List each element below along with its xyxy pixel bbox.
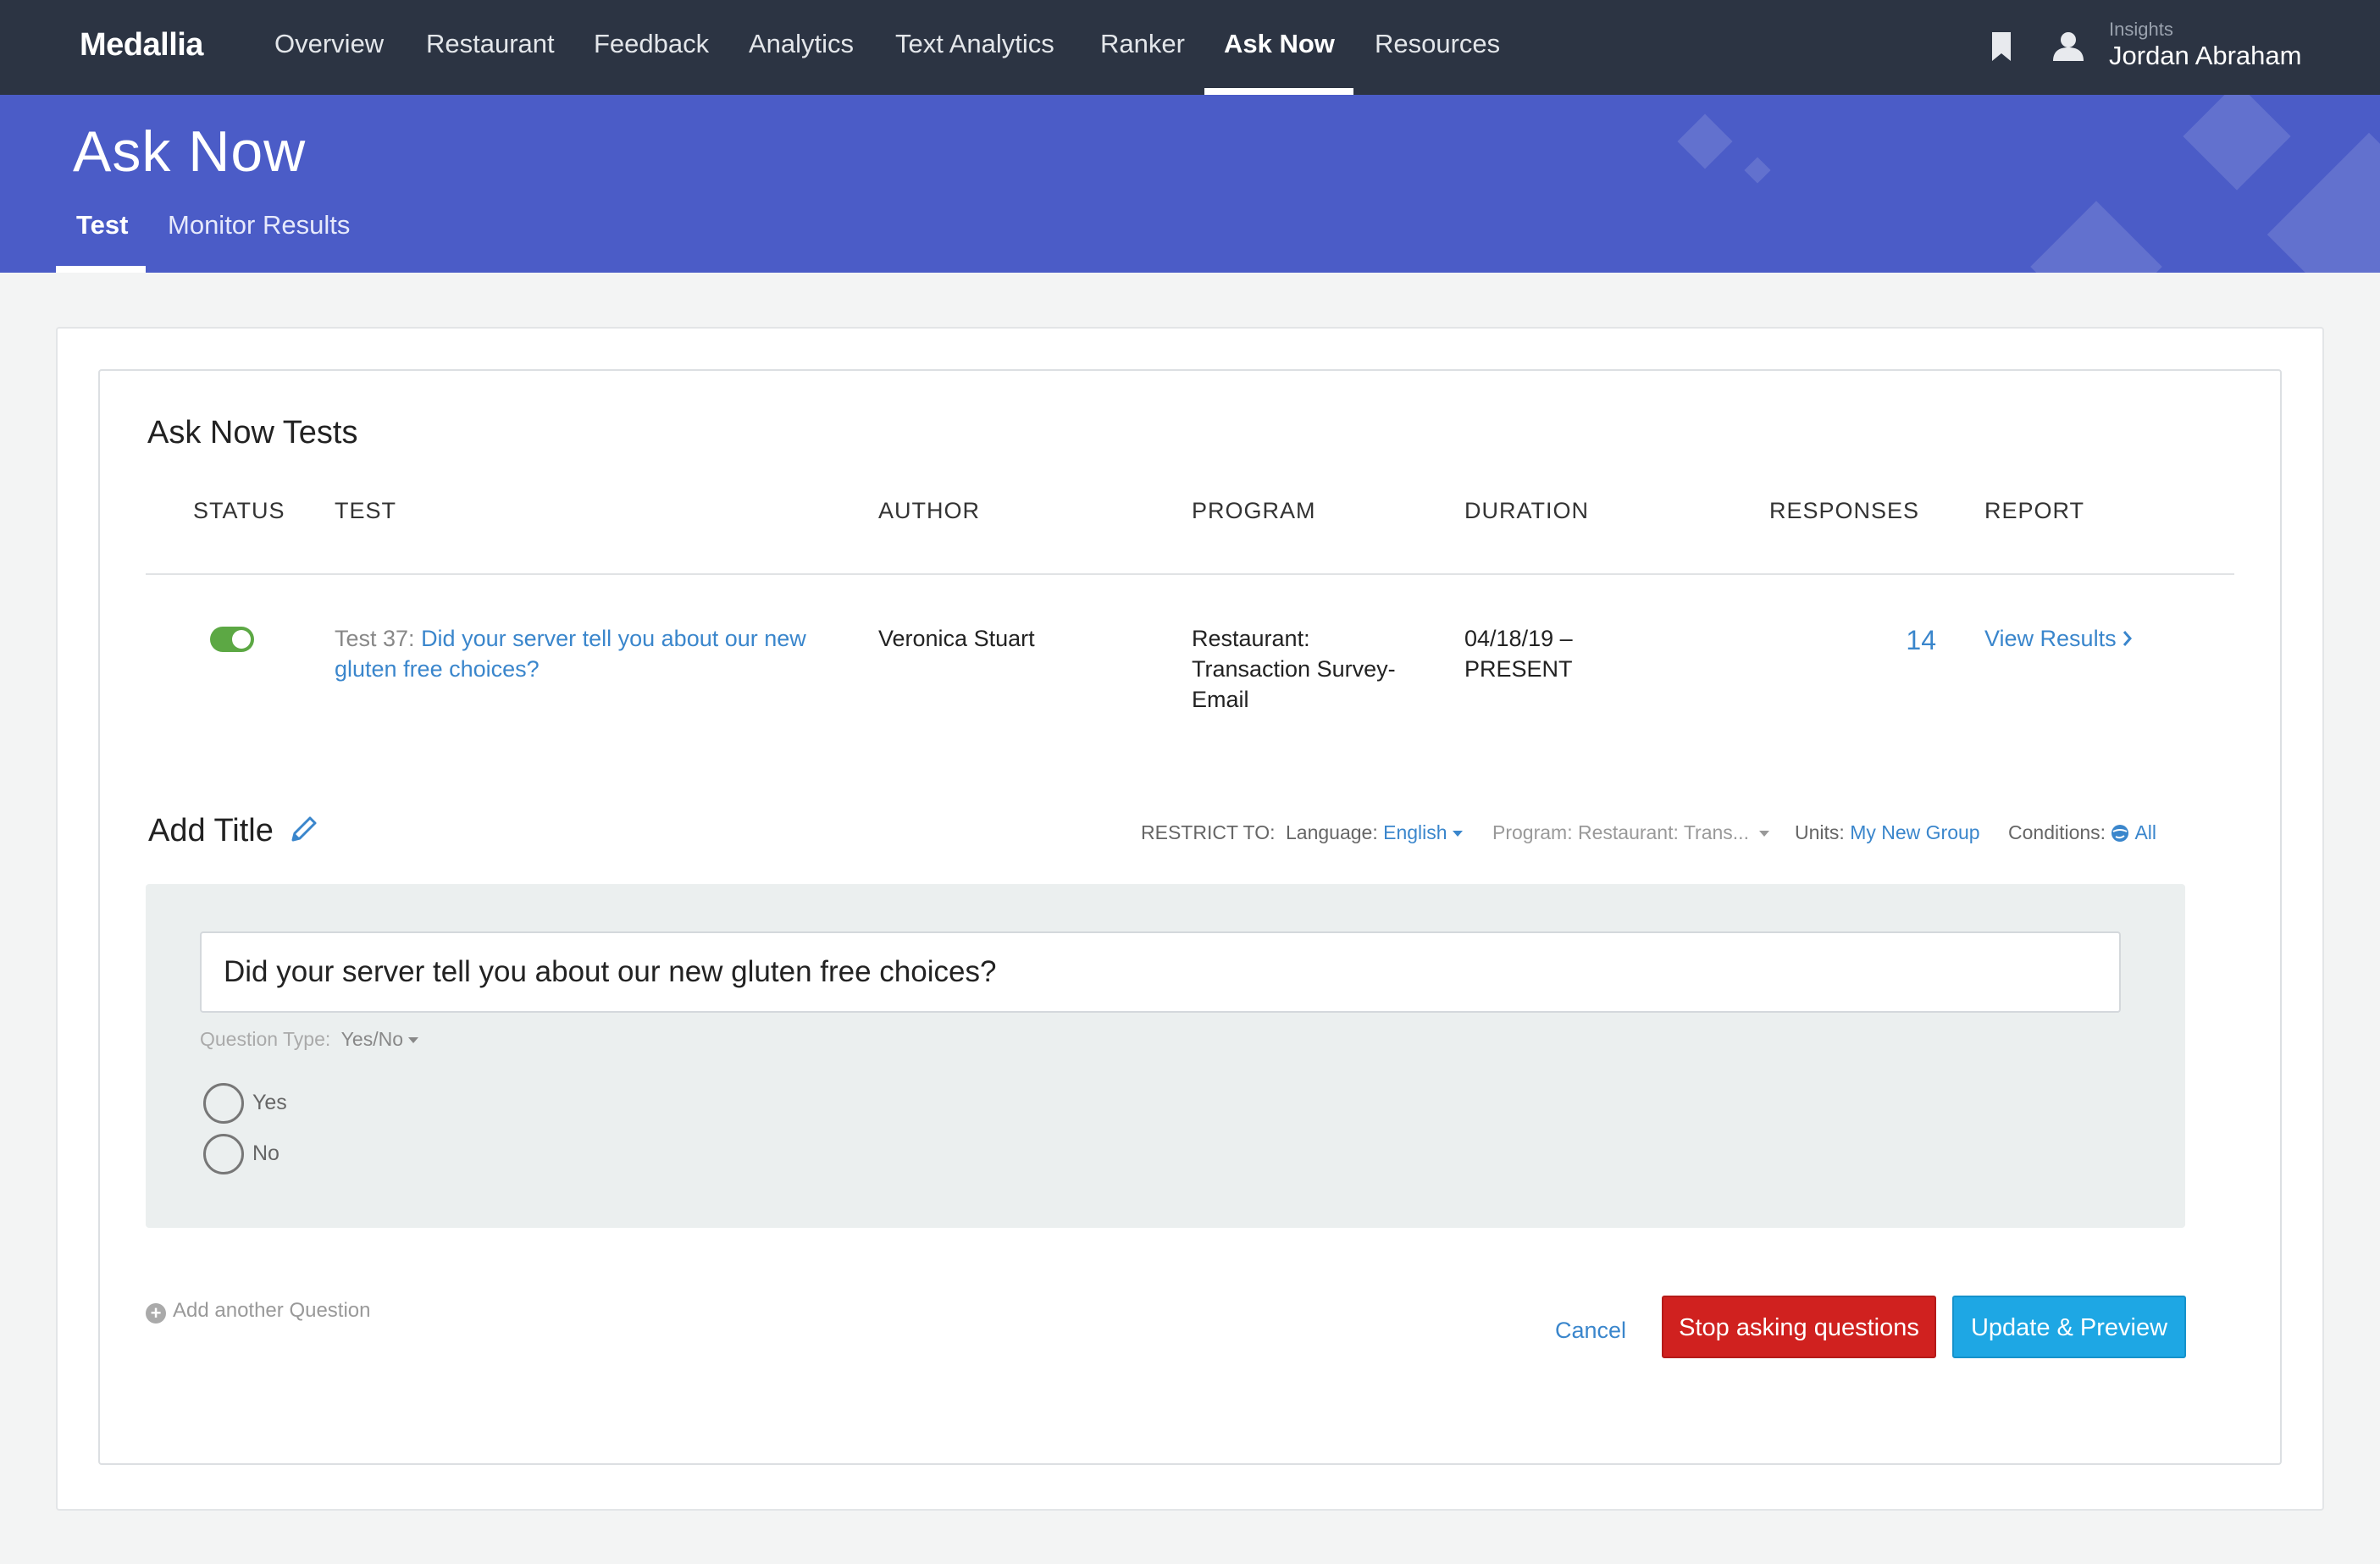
units-label: Units:	[1795, 821, 1845, 843]
chevron-down-icon	[1758, 831, 1769, 837]
page-title: Ask Now	[73, 119, 307, 184]
responses-count[interactable]: 14	[1863, 625, 1936, 656]
view-results-label: View Results	[1984, 626, 2117, 651]
conditions-label: Conditions:	[2008, 821, 2106, 843]
program-value[interactable]: Restaurant: Trans...	[1578, 821, 1749, 843]
language-label: Language:	[1286, 821, 1378, 843]
add-question-link[interactable]: + Add another Question	[146, 1299, 371, 1324]
table-divider	[146, 573, 2234, 575]
banner-decoration	[2183, 95, 2291, 191]
tests-section-title: Ask Now Tests	[147, 415, 358, 450]
program-cell: Restaurant: Transaction Survey-Email	[1192, 626, 1396, 712]
tab-test[interactable]: Test	[76, 210, 128, 240]
view-results-link[interactable]: View Results	[1984, 623, 2134, 654]
column-header-report: REPORT	[1984, 498, 2085, 523]
globe-icon	[2112, 825, 2129, 842]
question-type-selector[interactable]: Question Type: Yes/No	[200, 1028, 418, 1051]
status-toggle[interactable]	[210, 627, 254, 652]
column-header-author: AUTHOR	[878, 498, 980, 523]
pencil-icon[interactable]	[288, 815, 318, 845]
banner-decoration	[2030, 201, 2162, 273]
banner-decoration	[1744, 157, 1771, 184]
column-header-responses: RESPONSES	[1769, 498, 1920, 523]
question-input[interactable]	[200, 931, 2121, 1013]
banner-decoration	[1677, 113, 1733, 169]
bookmark-icon[interactable]	[1992, 32, 2011, 61]
tab-active-indicator	[56, 266, 146, 273]
top-nav: Medallia Overview Restaurant Feedback An…	[0, 0, 2380, 95]
author-cell: Veronica Stuart	[878, 626, 1035, 651]
units-value[interactable]: My New Group	[1850, 821, 1979, 843]
nav-item-overview[interactable]: Overview	[274, 29, 384, 59]
language-filter[interactable]: Language: English	[1286, 821, 1463, 844]
update-preview-button[interactable]: Update & Preview	[1952, 1296, 2186, 1358]
units-filter[interactable]: Units: My New Group	[1795, 821, 1980, 844]
radio-no[interactable]	[203, 1134, 244, 1174]
user-icon[interactable]	[2053, 30, 2084, 61]
nav-item-feedback[interactable]: Feedback	[594, 29, 709, 59]
program-label: Program:	[1492, 821, 1573, 843]
program-filter[interactable]: Program: Restaurant: Trans...	[1492, 821, 1769, 844]
user-role-label: Insights	[2109, 19, 2173, 40]
nav-active-indicator	[1204, 88, 1353, 95]
conditions-filter[interactable]: Conditions: All	[2008, 821, 2156, 844]
conditions-value[interactable]: All	[2134, 821, 2156, 843]
nav-item-ask-now[interactable]: Ask Now	[1224, 29, 1335, 59]
radio-no-label: No	[252, 1141, 280, 1165]
column-header-test: TEST	[335, 498, 397, 523]
chevron-right-icon	[2123, 631, 2132, 646]
chevron-down-icon	[407, 1037, 418, 1044]
add-title-heading[interactable]: Add Title	[148, 813, 274, 849]
nav-item-analytics[interactable]: Analytics	[749, 29, 854, 59]
chevron-down-icon	[1452, 831, 1463, 837]
page-banner: Ask Now Test Monitor Results	[0, 95, 2380, 273]
nav-item-restaurant[interactable]: Restaurant	[426, 29, 555, 59]
add-question-label: Add another Question	[173, 1299, 371, 1322]
nav-item-ranker[interactable]: Ranker	[1100, 29, 1185, 59]
cancel-button[interactable]: Cancel	[1555, 1318, 1626, 1344]
tab-monitor-results[interactable]: Monitor Results	[168, 210, 350, 240]
duration-cell: 04/18/19 – PRESENT	[1464, 626, 1573, 682]
test-number: Test 37:	[335, 626, 422, 651]
column-header-program: PROGRAM	[1192, 498, 1316, 523]
column-header-duration: DURATION	[1464, 498, 1589, 523]
radio-yes[interactable]	[203, 1083, 244, 1124]
plus-circle-icon: +	[146, 1303, 166, 1324]
medallia-logo[interactable]: Medallia	[80, 27, 203, 64]
banner-decoration	[2267, 132, 2380, 273]
user-name[interactable]: Jordan Abraham	[2109, 41, 2301, 71]
question-type-label: Question Type:	[200, 1028, 331, 1050]
test-cell: Test 37: Did your server tell you about …	[335, 623, 843, 684]
column-header-status: STATUS	[193, 498, 285, 523]
nav-item-resources[interactable]: Resources	[1375, 29, 1500, 59]
restrict-to-label: RESTRICT TO:	[1141, 821, 1276, 843]
toggle-knob	[232, 630, 251, 649]
question-type-value[interactable]: Yes/No	[341, 1028, 403, 1050]
language-value[interactable]: English	[1383, 821, 1447, 843]
radio-yes-label: Yes	[252, 1091, 287, 1114]
nav-item-text-analytics[interactable]: Text Analytics	[895, 29, 1054, 59]
stop-asking-button[interactable]: Stop asking questions	[1662, 1296, 1936, 1358]
